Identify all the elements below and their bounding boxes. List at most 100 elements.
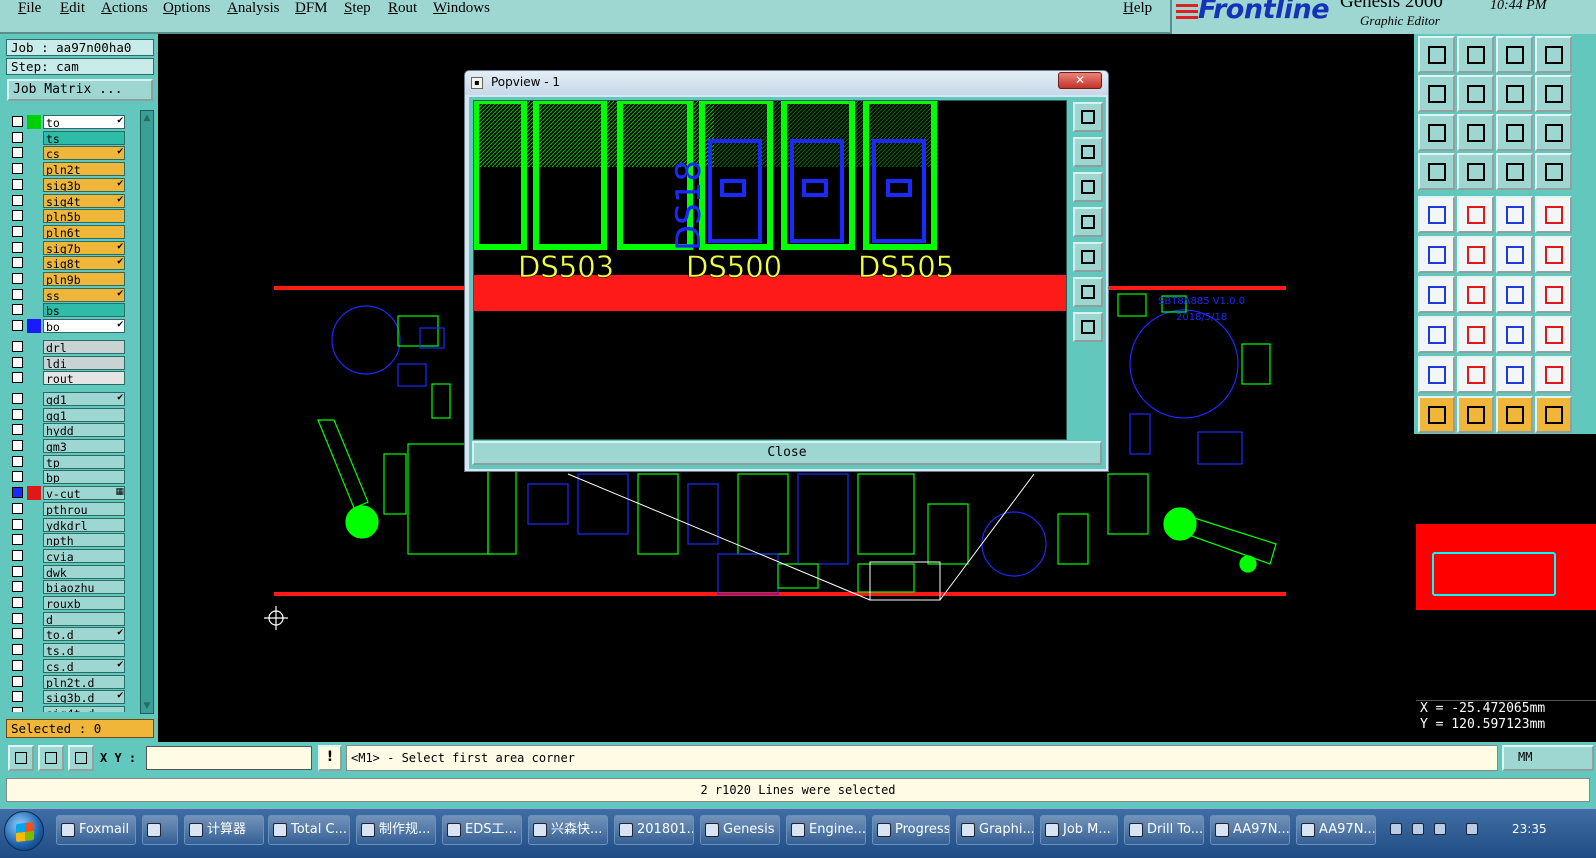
layer-color-swatch[interactable] [27,565,41,579]
layer-checkbox[interactable] [12,628,23,640]
taskbar-item[interactable]: 制作规... [356,815,436,845]
layer-checkbox[interactable] [12,241,23,253]
layer-checkbox[interactable] [12,163,23,175]
layer-row[interactable]: sig4t ✔ [9,193,127,208]
menu-file[interactable]: File [18,0,41,17]
menu-analysis[interactable]: Analysis [227,0,280,17]
layer-color-swatch[interactable] [27,533,41,547]
layer-name[interactable]: to.d [43,627,125,642]
layer-color-swatch[interactable] [27,162,41,176]
layer-checkbox[interactable] [12,471,23,483]
layer-row[interactable]: v-cut ▦ [9,486,127,501]
layer-row[interactable]: gd1 ✔ [9,391,127,406]
layer-color-swatch[interactable] [27,209,41,223]
taskbar-item[interactable]: Progress [872,815,950,845]
layer-checkbox[interactable] [12,116,23,127]
scroll-down-icon[interactable]: ▼ [142,701,152,711]
layer-name[interactable]: bo [43,319,125,334]
layer-color-swatch[interactable] [27,580,41,594]
layer-color-swatch[interactable] [27,690,41,704]
layer-checkbox[interactable] [12,408,23,420]
layer-checkbox[interactable] [12,372,23,384]
layer-color-swatch[interactable] [27,225,41,239]
layer-row[interactable]: sig3b.d ✔ [9,690,127,705]
layer-color-swatch[interactable] [27,146,41,160]
snapshot-tool-button[interactable] [1496,36,1533,73]
pan-up-tool-button[interactable] [1457,36,1494,73]
layer-scrollbar[interactable]: ▲ ▼ [140,110,154,714]
layer-checkbox[interactable] [12,288,23,300]
help-tool-button[interactable] [1535,114,1572,151]
layer-name[interactable]: sig4t [43,193,125,208]
job-matrix-button[interactable]: Job Matrix ... [7,79,153,101]
layer-color-swatch[interactable] [27,303,41,317]
layer-checkbox[interactable] [12,178,23,190]
layer-checkbox[interactable] [12,147,23,159]
layer-color-swatch[interactable] [27,423,41,437]
layer-checkbox[interactable] [12,273,23,284]
layer-name[interactable]: rout [43,371,125,386]
layer-color-swatch[interactable] [27,256,41,270]
layer-color-swatch[interactable] [27,455,41,469]
taskbar-item[interactable]: Total C... [268,815,350,845]
layer-row[interactable]: to.d ✔ [9,627,127,642]
layer-name[interactable]: gm3 [43,439,125,453]
layer-row[interactable]: cvia [9,548,127,563]
layer-color-swatch[interactable] [27,486,41,501]
ruler-tool-button[interactable] [1496,196,1533,233]
minimap-view-frame[interactable] [1432,552,1556,596]
popview-pan-right-button[interactable] [1073,242,1103,272]
layer-row[interactable]: bp [9,470,127,485]
connect-nodes-tool-button[interactable] [1418,236,1455,273]
layer-name[interactable]: ts.d [43,643,125,658]
layer-color-swatch[interactable] [27,408,41,422]
layer-row[interactable]: bs [9,303,127,318]
layer-checkbox[interactable] [12,392,23,404]
layer-name[interactable]: tp [43,454,125,469]
layer-name[interactable]: drl [43,339,125,354]
arc-tool-tool-button[interactable] [1496,276,1533,313]
layer-name[interactable]: v-cut [43,486,125,501]
layer-color-swatch[interactable] [27,706,41,712]
layer-name[interactable]: pln9b [43,272,125,286]
layer-row[interactable]: ts [9,130,127,145]
layer-color-swatch[interactable] [27,288,41,302]
layer-name[interactable]: cs [43,146,125,161]
taskbar-item[interactable] [142,815,178,845]
layer-checkbox[interactable] [12,518,23,530]
menu-help[interactable]: Help [1123,0,1152,17]
add-pad-tool-button[interactable] [1418,196,1455,233]
taskbar-item[interactable]: 201801... [614,815,694,845]
keyboard-icon[interactable] [1390,823,1402,835]
layer-row[interactable]: to ✔ [9,115,127,129]
layer-checkbox[interactable] [12,487,23,499]
taskbar-item[interactable]: AA97N... [1210,815,1290,845]
layer-row[interactable]: cs ✔ [9,146,127,161]
layer-checkbox[interactable] [12,440,23,451]
input-method-icon[interactable] [1412,823,1424,835]
navigation-minimap[interactable] [1416,524,1596,610]
taskbar-item[interactable]: AA97N... [1296,815,1376,845]
layer-checkbox[interactable] [12,581,23,593]
layer-name[interactable]: cs.d [43,658,125,673]
taskbar-item[interactable]: EDS工... [442,815,522,845]
layer-row[interactable]: ts.d [9,643,127,658]
layer-row[interactable]: dwk [9,564,127,579]
layer-color-swatch[interactable] [27,241,41,255]
layer-color-swatch[interactable] [27,115,41,129]
taskbar-item[interactable]: Engine... [786,815,866,845]
layer-name[interactable]: pln5b [43,209,125,224]
layer-name[interactable]: hydd [43,423,125,438]
select-marker-tool-button[interactable] [1418,316,1455,353]
layer-row[interactable]: hydd [9,423,127,438]
layer-checkbox[interactable] [12,675,23,687]
select-step-tool-button[interactable] [1535,396,1572,433]
layer-name[interactable]: bp [43,470,125,485]
layer-name[interactable]: bs [43,303,125,318]
add-triangle-tool-button[interactable] [1418,356,1455,393]
layer-name[interactable]: d [43,611,125,626]
layer-name[interactable]: cvia [43,548,125,563]
layer-checkbox[interactable] [12,131,23,143]
select-pointer-tool-button[interactable] [1418,396,1455,433]
snap-angle-button[interactable] [38,745,64,771]
